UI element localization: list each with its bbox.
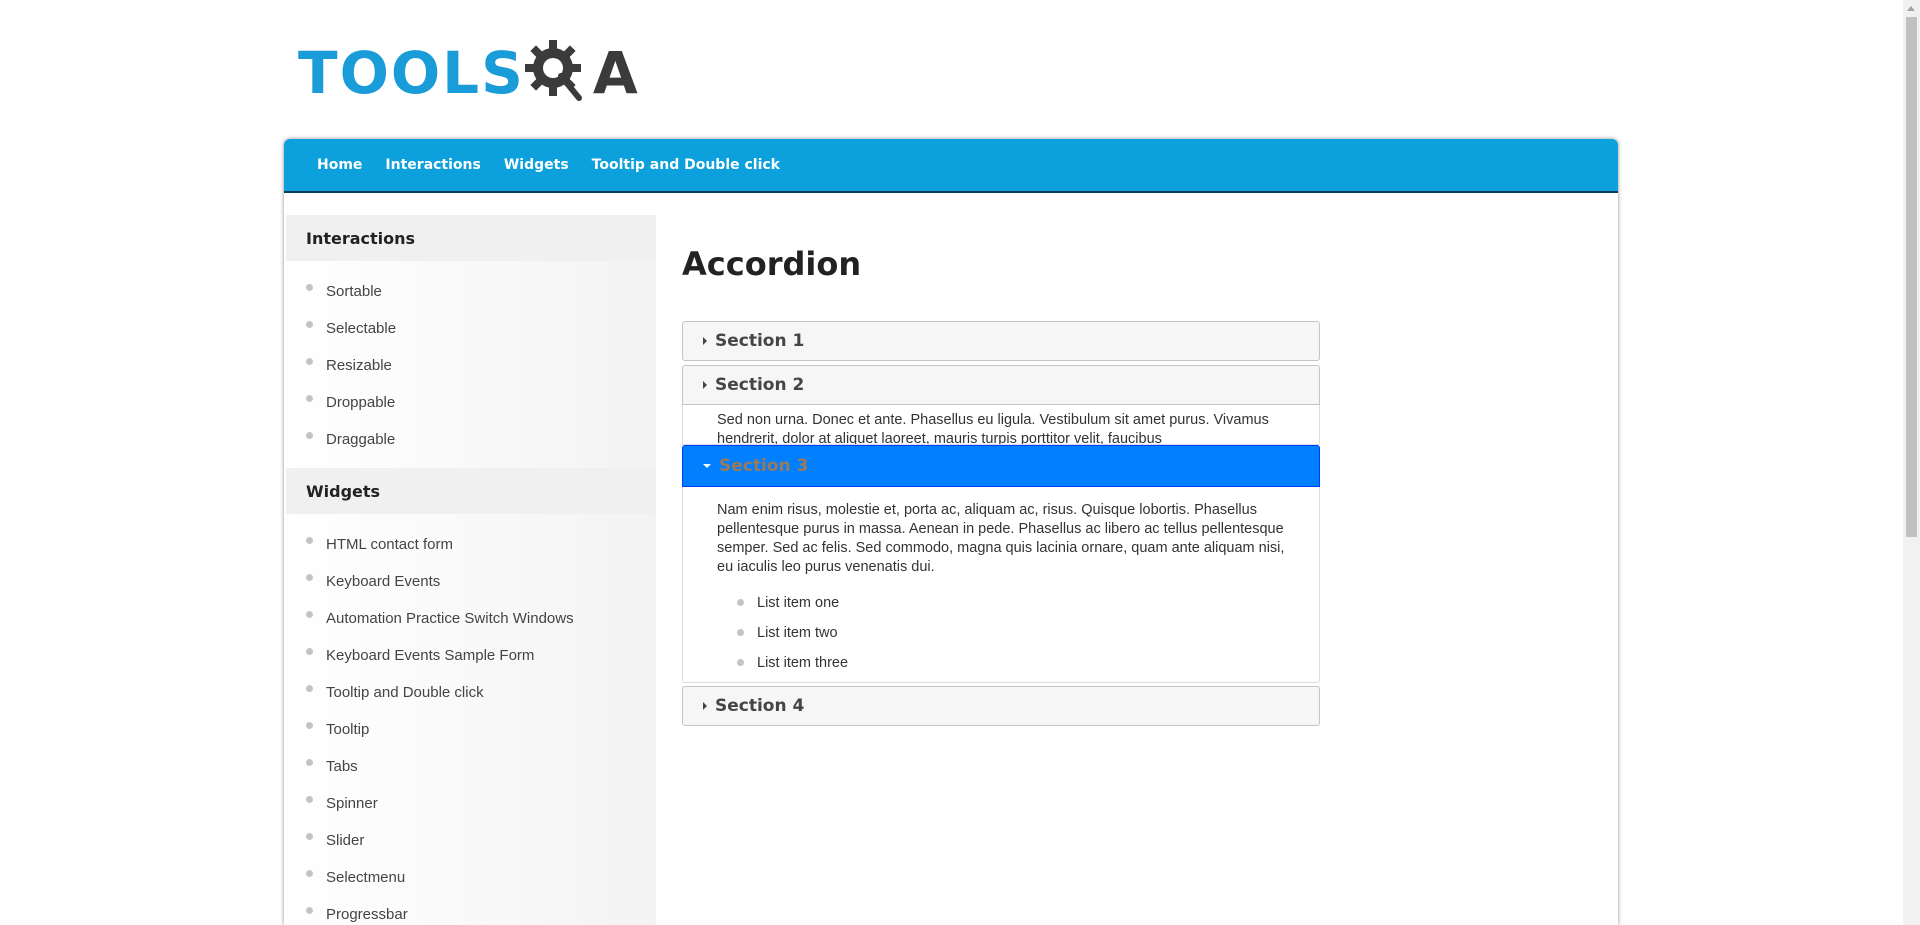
sidebar-item-draggable[interactable]: Draggable xyxy=(286,421,656,458)
bullet-icon xyxy=(306,907,313,914)
sidebar-item-label: Sortable xyxy=(326,283,382,300)
accordion-panel-text: Nam enim risus, molestie et, porta ac, a… xyxy=(717,502,1285,575)
content-container: Home Interactions Widgets Tooltip and Do… xyxy=(284,139,1618,925)
accordion-panel-section-3: Nam enim risus, molestie et, porta ac, a… xyxy=(682,487,1320,683)
toolsqa-logo[interactable]: TOOLS A xyxy=(298,34,638,112)
accordion-panel-text: Sed non urna. Donec et ante. Phasellus e… xyxy=(717,412,1269,445)
bullet-icon xyxy=(306,759,313,766)
page: TOOLS A Home Interactions Widgets Toolti… xyxy=(0,0,1920,925)
accordion-header-label: Section 4 xyxy=(715,696,805,716)
bullet-icon xyxy=(306,722,313,729)
list-item-label: List item two xyxy=(757,625,838,641)
sidebar-item-label: Resizable xyxy=(326,357,392,374)
sidebar-item-html-contact-form[interactable]: HTML contact form xyxy=(286,526,656,563)
sidebar-item-label: Slider xyxy=(326,832,365,849)
sidebar-item-label: Keyboard Events Sample Form xyxy=(326,647,535,664)
sidebar-item-label: Spinner xyxy=(326,795,378,812)
sidebar-item-label: Tooltip and Double click xyxy=(326,684,484,701)
accordion-header-section-1[interactable]: Section 1 xyxy=(682,321,1320,361)
accordion-header-section-3[interactable]: Section 3 xyxy=(682,445,1320,487)
accordion-panel-section-2: Sed non urna. Donec et ante. Phasellus e… xyxy=(682,405,1320,445)
sidebar-item-label: Draggable xyxy=(326,431,396,448)
caret-right-icon xyxy=(703,702,707,710)
list-item-label: List item one xyxy=(757,595,840,611)
bullet-icon xyxy=(306,537,313,544)
sidebar-item-label: Droppable xyxy=(326,394,396,411)
bullet-icon xyxy=(306,870,313,877)
sidebar-item-label: Keyboard Events xyxy=(326,573,441,590)
sidebar-item-resizable[interactable]: Resizable xyxy=(286,347,656,384)
bullet-icon xyxy=(306,796,313,803)
bullet-icon xyxy=(306,358,313,365)
sidebar-item-keyboard-events-form[interactable]: Keyboard Events Sample Form xyxy=(286,637,656,674)
scroll-up-arrow-icon[interactable] xyxy=(1907,6,1915,11)
bullet-icon xyxy=(306,432,313,439)
nav-tooltip-double-click[interactable]: Tooltip and Double click xyxy=(592,157,780,173)
nav-home[interactable]: Home xyxy=(317,157,362,173)
accordion-header-label: Section 2 xyxy=(715,375,805,395)
sidebar-item-label: Tabs xyxy=(326,758,358,775)
sidebar-item-label: HTML contact form xyxy=(326,536,453,553)
bullet-icon xyxy=(306,321,313,328)
sidebar-heading-interactions: Interactions xyxy=(286,215,656,261)
caret-down-icon xyxy=(703,464,711,468)
sidebar-item-label: Tooltip xyxy=(326,721,370,738)
logo-text: TOOLS xyxy=(298,39,525,107)
caret-right-icon xyxy=(703,381,707,389)
sidebar-item-label: Automation Practice Switch Windows xyxy=(326,610,574,627)
gear-magnifier-icon xyxy=(521,36,591,111)
logo-text-a: A xyxy=(592,39,638,107)
sidebar-heading-widgets: Widgets xyxy=(286,468,656,514)
sidebar-item-keyboard-events[interactable]: Keyboard Events xyxy=(286,563,656,600)
nav-widgets[interactable]: Widgets xyxy=(504,157,569,173)
list-item: List item two xyxy=(737,623,1285,653)
bullet-icon xyxy=(737,629,744,636)
list-item: List item one xyxy=(737,593,1285,623)
sidebar-item-tabs[interactable]: Tabs xyxy=(286,748,656,785)
bullet-icon xyxy=(306,284,313,291)
accordion-panel-list: List item one List item two List item th… xyxy=(717,593,1285,682)
sidebar-item-switch-windows[interactable]: Automation Practice Switch Windows xyxy=(286,600,656,637)
bullet-icon xyxy=(737,659,744,666)
accordion-header-label: Section 3 xyxy=(719,456,809,476)
page-title: Accordion xyxy=(682,245,862,283)
accordion-header-label: Section 1 xyxy=(715,331,805,351)
bullet-icon xyxy=(737,599,744,606)
sidebar-item-tooltip-double-click[interactable]: Tooltip and Double click xyxy=(286,674,656,711)
sidebar-list-widgets: HTML contact form Keyboard Events Automa… xyxy=(286,514,656,925)
bullet-icon xyxy=(306,395,313,402)
sidebar-list-interactions: Sortable Selectable Resizable Droppable … xyxy=(286,261,656,468)
bullet-icon xyxy=(306,648,313,655)
bullet-icon xyxy=(306,685,313,692)
nav-interactions[interactable]: Interactions xyxy=(385,157,480,173)
sidebar-item-droppable[interactable]: Droppable xyxy=(286,384,656,421)
sidebar: Interactions Sortable Selectable Resizab… xyxy=(286,215,656,925)
accordion-header-section-2[interactable]: Section 2 xyxy=(682,365,1320,405)
bullet-icon xyxy=(306,833,313,840)
sidebar-item-label: Progressbar xyxy=(326,906,408,923)
list-item-label: List item three xyxy=(757,655,849,671)
scrollbar-thumb[interactable] xyxy=(1906,17,1917,537)
sidebar-item-label: Selectable xyxy=(326,320,397,337)
top-navbar: Home Interactions Widgets Tooltip and Do… xyxy=(284,139,1618,193)
sidebar-item-slider[interactable]: Slider xyxy=(286,822,656,859)
sidebar-item-label: Selectmenu xyxy=(326,869,406,886)
page-scrollbar[interactable] xyxy=(1903,0,1920,925)
sidebar-item-progressbar[interactable]: Progressbar xyxy=(286,896,656,925)
sidebar-item-selectmenu[interactable]: Selectmenu xyxy=(286,859,656,896)
accordion: Section 1 Section 2 Sed non urna. Donec … xyxy=(682,321,1320,730)
caret-right-icon xyxy=(703,337,707,345)
sidebar-item-sortable[interactable]: Sortable xyxy=(286,273,656,310)
list-item: List item three xyxy=(737,653,1285,682)
sidebar-item-spinner[interactable]: Spinner xyxy=(286,785,656,822)
accordion-header-section-4[interactable]: Section 4 xyxy=(682,686,1320,726)
bullet-icon xyxy=(306,611,313,618)
bullet-icon xyxy=(306,574,313,581)
sidebar-item-tooltip[interactable]: Tooltip xyxy=(286,711,656,748)
sidebar-item-selectable[interactable]: Selectable xyxy=(286,310,656,347)
